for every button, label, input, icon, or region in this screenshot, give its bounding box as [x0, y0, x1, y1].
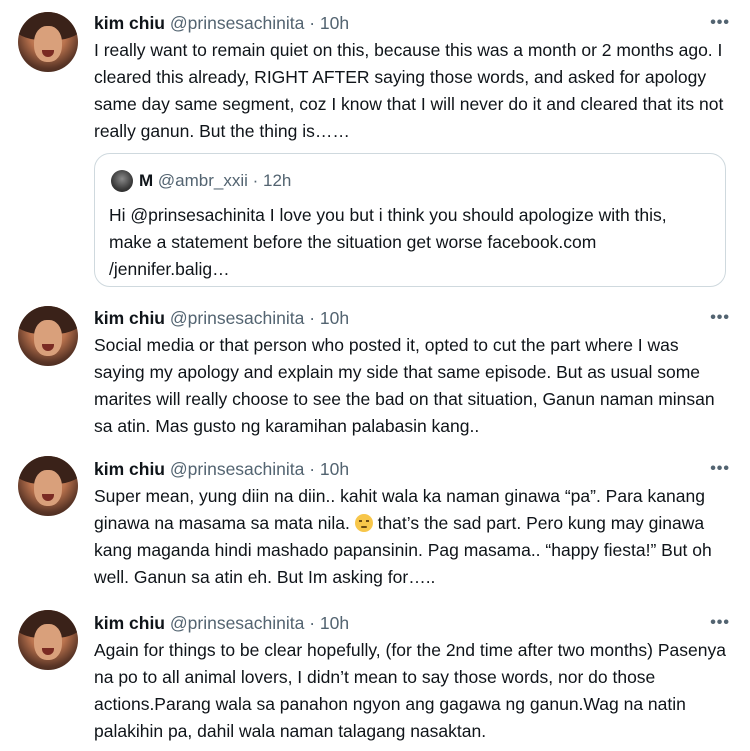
author-name[interactable]: kim chiu — [94, 613, 165, 633]
author-handle[interactable]: @prinsesachinita · 10h — [170, 459, 349, 479]
quoted-text: Hi @prinsesachinita I love you but i thi… — [109, 205, 667, 279]
quoted-header: M @ambr_xxii · 12h — [139, 168, 291, 194]
avatar[interactable] — [18, 12, 78, 72]
tweet-header: kim chiu @prinsesachinita · 10h — [94, 457, 349, 481]
tweet-text: I really want to remain quiet on this, b… — [94, 40, 724, 141]
more-options-button[interactable]: ••• — [710, 611, 730, 635]
quoted-tweet[interactable]: M @ambr_xxii · 12h Hi @prinsesachinita I… — [94, 153, 726, 287]
quoted-author-handle: @ambr_xxii · 12h — [157, 171, 292, 190]
author-handle[interactable]: @prinsesachinita · 10h — [170, 613, 349, 633]
quoted-avatar — [111, 170, 133, 192]
author-name[interactable]: kim chiu — [94, 308, 165, 328]
avatar[interactable] — [18, 456, 78, 516]
more-options-button[interactable]: ••• — [710, 306, 730, 330]
tweet-header: kim chiu @prinsesachinita · 10h — [94, 306, 349, 330]
author-handle[interactable]: @prinsesachinita · 10h — [170, 13, 349, 33]
author-name[interactable]: kim chiu — [94, 459, 165, 479]
tweet-header: kim chiu @prinsesachinita · 10h — [94, 11, 349, 35]
avatar[interactable] — [18, 306, 78, 366]
tweet-text: Again for things to be clear hopefully, … — [94, 640, 726, 741]
tweet-text: Social media or that person who posted i… — [94, 335, 715, 436]
author-name[interactable]: kim chiu — [94, 13, 165, 33]
pensive-face-emoji-icon — [354, 514, 373, 532]
more-options-button[interactable]: ••• — [710, 457, 730, 481]
tweet-text: Super mean, yung diin na diin.. kahit wa… — [94, 483, 734, 591]
more-options-button[interactable]: ••• — [710, 11, 730, 35]
quoted-author-name: M — [139, 171, 154, 190]
avatar[interactable] — [18, 610, 78, 670]
tweet-header: kim chiu @prinsesachinita · 10h — [94, 611, 349, 635]
author-handle[interactable]: @prinsesachinita · 10h — [170, 308, 349, 328]
